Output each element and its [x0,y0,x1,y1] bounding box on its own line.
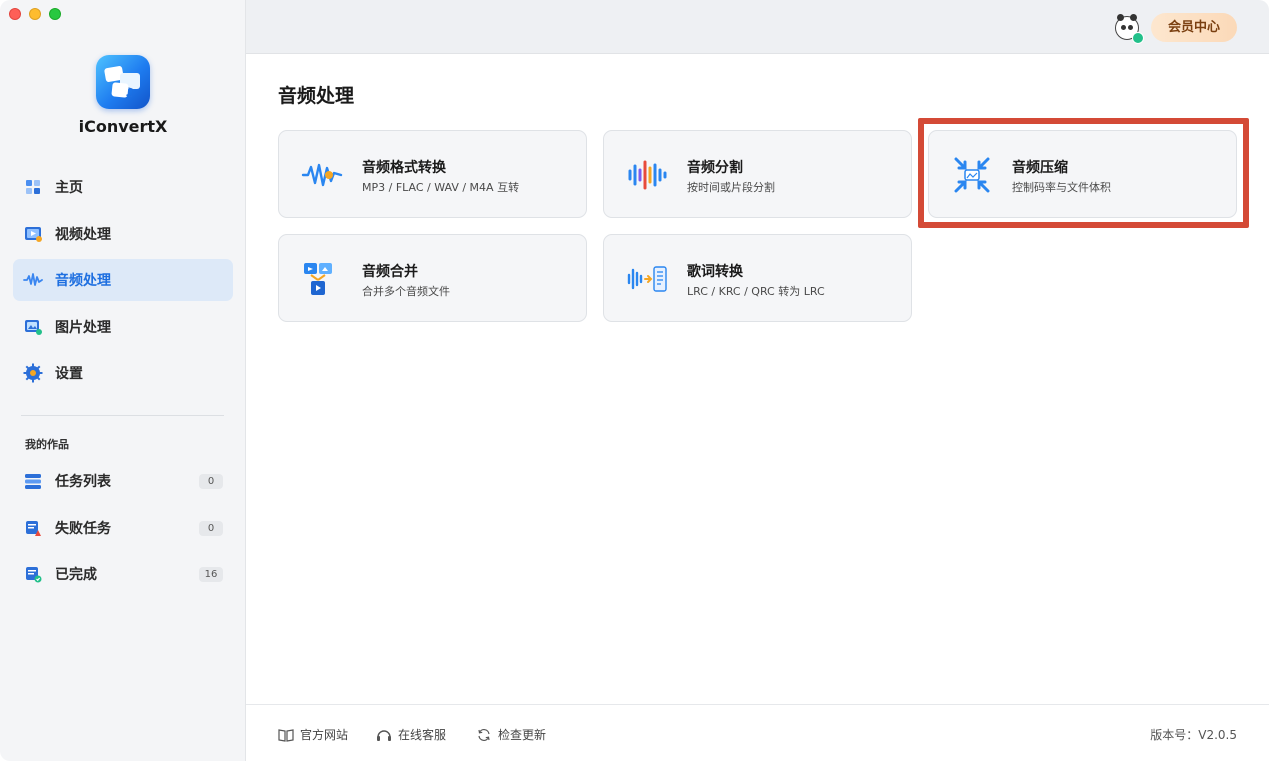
sidebar-item-label: 音频处理 [55,273,111,289]
headset-icon [376,728,392,742]
book-icon [278,728,294,742]
vip-center-button[interactable]: 会员中心 [1151,13,1237,42]
sidebar-nav: 主页 视频处理 音频处理 图片处理 设置 [13,166,233,399]
audio-merge-icon [301,261,343,297]
lyrics-convert-icon [626,261,668,297]
sidebar-item-label: 图片处理 [55,319,111,336]
highlight-box [918,118,1249,228]
card-title: 歌词转换 [687,264,743,280]
sidebar-divider [21,415,224,416]
video-icon [23,224,43,244]
sidebar: ♫ iConvertX 主页 视频处理 音频处理 图片处理 设置 我的作品 任务… [0,0,246,761]
section-label-my-works: 我的作品 [25,438,69,451]
card-audio-format-convert[interactable]: 音频格式转换 MP3 / FLAC / WAV / M4A 互转 [278,130,587,218]
app-name: iConvertX [78,117,168,136]
app-window: ♫ iConvertX 主页 视频处理 音频处理 图片处理 设置 我的作品 任务… [0,0,1269,761]
top-bar: 会员中心 [246,0,1269,54]
footer-link-label: 官方网站 [300,728,349,742]
sidebar-item-image[interactable]: 图片处理 [13,306,233,348]
sidebar-item-label: 已完成 [55,567,97,583]
avatar[interactable] [1115,14,1144,44]
card-audio-split[interactable]: 音频分割 按时间或片段分割 [603,130,912,218]
sidebar-item-label: 设置 [55,366,83,382]
sidebar-item-failed-tasks[interactable]: 失败任务 0 [13,507,233,549]
card-subtitle: LRC / KRC / QRC 转为 LRC [687,285,825,298]
image-icon [23,317,43,337]
card-audio-merge[interactable]: 音频合并 合并多个音频文件 [278,234,587,322]
failed-task-icon [23,518,43,538]
card-subtitle: 按时间或片段分割 [687,181,775,194]
card-title: 音频合并 [362,264,418,280]
sidebar-item-completed[interactable]: 已完成 16 [13,553,233,595]
card-subtitle: MP3 / FLAC / WAV / M4A 互转 [362,181,520,194]
count-badge: 0 [199,474,223,489]
sidebar-item-label: 失败任务 [55,520,111,537]
works-list: 任务列表 0 失败任务 0 已完成 16 [13,460,233,600]
footer-link-label: 在线客服 [398,728,447,742]
version-label: 版本号：V2.0.5 [1150,728,1237,742]
close-window-button[interactable] [9,8,21,20]
sidebar-item-home[interactable]: 主页 [13,166,233,208]
sidebar-item-label: 视频处理 [55,226,111,243]
count-badge: 0 [199,520,223,536]
sidebar-item-task-list[interactable]: 任务列表 0 [13,460,233,502]
window-controls [9,8,61,20]
app-logo-icon: ♫ [96,55,150,109]
minimize-window-button[interactable] [29,8,41,20]
count-badge: 16 [199,567,223,582]
card-title: 音频分割 [687,160,743,176]
sidebar-item-audio[interactable]: 音频处理 [13,259,233,301]
page-title: 音频处理 [278,85,355,107]
check-update-link[interactable]: 检查更新 [476,726,546,743]
online-support-link[interactable]: 在线客服 [376,726,446,743]
completed-icon [23,564,43,584]
footer: 官方网站 在线客服 检查更新 版本号：V2.0.5 [246,704,1269,761]
sidebar-item-settings[interactable]: 设置 [13,352,233,394]
task-list-icon [23,471,43,491]
audio-wave-icon [23,270,43,290]
card-lyrics-convert[interactable]: 歌词转换 LRC / KRC / QRC 转为 LRC [603,234,912,322]
audio-split-icon [626,157,668,193]
gear-icon [23,363,43,383]
sidebar-item-label: 任务列表 [55,474,111,490]
footer-link-label: 检查更新 [498,728,547,742]
zoom-window-button[interactable] [49,8,61,20]
vip-crown-icon [1132,32,1144,44]
audio-convert-icon [301,157,343,193]
official-website-link[interactable]: 官方网站 [278,726,348,743]
home-icon [23,177,43,197]
sidebar-item-video[interactable]: 视频处理 [13,213,233,255]
sidebar-item-label: 主页 [55,180,83,196]
card-title: 音频格式转换 [362,160,446,176]
card-subtitle: 合并多个音频文件 [362,285,450,298]
refresh-icon [476,728,492,742]
